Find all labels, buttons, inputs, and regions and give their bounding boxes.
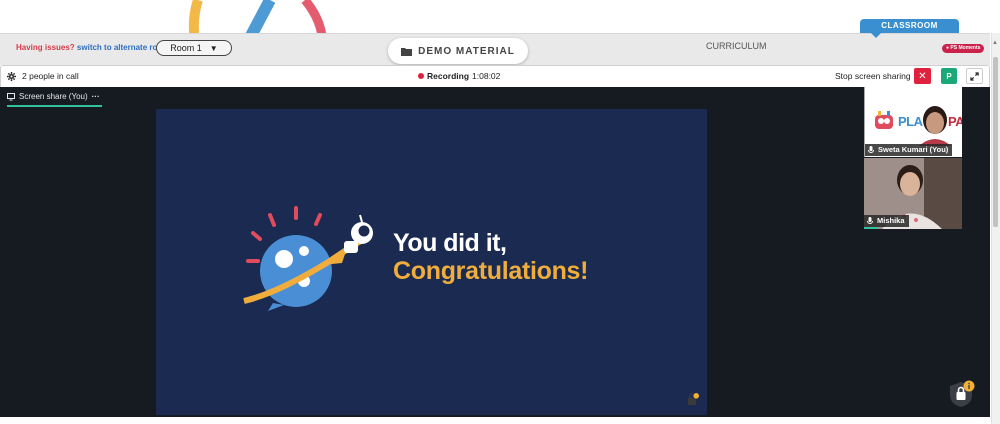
people-in-call[interactable]: 2 people in call [7, 71, 79, 81]
scroll-up-arrow-icon[interactable]: ▲ [992, 40, 998, 46]
participant-name-mishika: Mishika [864, 215, 909, 227]
slide-heading: You did it, [393, 229, 507, 257]
recording-label: Recording [427, 71, 470, 81]
recording-dot-icon [418, 73, 424, 79]
microphone-icon [868, 146, 874, 153]
people-count: 2 people in call [22, 71, 79, 81]
participant-name-label: Mishika [877, 216, 905, 225]
expand-icon [970, 71, 979, 81]
bottom-strip [0, 417, 990, 424]
caret-down-icon: ▼ [209, 43, 218, 53]
lock-info-icon[interactable] [948, 380, 976, 408]
close-icon: ✕ [918, 70, 927, 82]
classroom-tab-pointer [871, 33, 881, 38]
curriculum-tab[interactable]: CURRICULUM [706, 41, 767, 51]
slide-lock-icon[interactable] [686, 393, 699, 406]
screen-share-tab[interactable]: Screen share (You) ··· [7, 92, 100, 101]
participant-initial: P [946, 71, 952, 81]
demo-material-label: DEMO MATERIAL [418, 45, 515, 57]
more-options-icon[interactable]: ··· [92, 92, 100, 101]
playpark-logo-icon [875, 111, 893, 129]
active-tab-indicator [7, 105, 102, 107]
room-select-value: Room 1 [170, 43, 202, 53]
room-select[interactable]: Room 1 ▼ [156, 40, 232, 56]
slide-congrats-text: Congratulations! [393, 257, 589, 285]
classroom-tab[interactable]: CLASSROOM [860, 19, 959, 33]
microphone-icon [867, 217, 873, 224]
audio-level-indicator [864, 227, 878, 229]
issues-text: Having issues? [16, 43, 75, 52]
participant-tile-mishika[interactable]: Mishika [864, 158, 962, 229]
planet-astronaut-illustration [243, 206, 373, 311]
stop-sharing-button[interactable]: ✕ [914, 68, 931, 84]
recording-indicator: Recording 1:08:02 [418, 71, 500, 81]
ps-moments-badge[interactable]: ● PS Moments [942, 44, 985, 53]
app-root: Having issues? switch to alternate room … [0, 0, 1000, 424]
participant-name-label: Sweta Kumari (You) [878, 145, 949, 154]
folder-icon [401, 47, 413, 56]
participant-avatar-button[interactable]: P [941, 68, 957, 84]
moments-label: PS Moments [950, 45, 981, 51]
recording-time: 1:08:02 [472, 71, 501, 81]
connection-help: Having issues? switch to alternate room [16, 43, 169, 52]
gear-icon[interactable] [7, 71, 16, 81]
fullscreen-button[interactable] [966, 68, 983, 84]
participant-name-self: Sweta Kumari (You) [865, 144, 953, 156]
moments-icon: ● [946, 45, 950, 51]
stop-sharing-label: Stop screen sharing [835, 71, 911, 81]
screen-share-label: Screen share (You) [19, 92, 88, 101]
participant-tile-self[interactable]: PLA PARK Sweta Kumari (You) [864, 87, 962, 157]
demo-material-button[interactable]: DEMO MATERIAL [388, 38, 528, 64]
monitor-icon [7, 92, 15, 100]
scrollbar-thumb[interactable] [993, 57, 998, 227]
participant-video-self [919, 106, 951, 146]
